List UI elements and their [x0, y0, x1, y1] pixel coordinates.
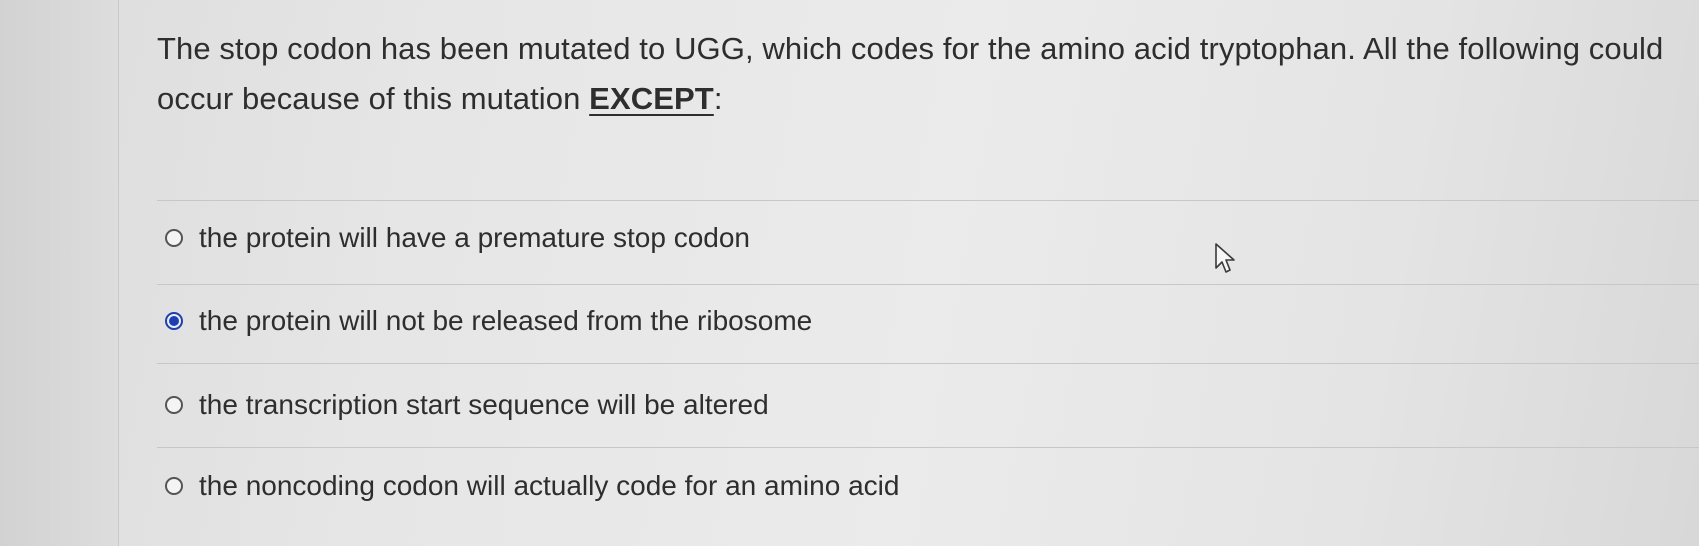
option-label: the transcription start sequence will be…	[199, 389, 769, 420]
option-2[interactable]: the protein will not be released from th…	[165, 301, 812, 341]
option-label: the noncoding codon will actually code f…	[199, 470, 900, 501]
gutter-edge	[118, 0, 119, 546]
question-body: The stop codon has been mutated to UGG, …	[157, 31, 1664, 116]
left-gutter	[0, 0, 118, 546]
radio-button[interactable]	[165, 229, 183, 247]
divider-3	[157, 447, 1699, 448]
option-label: the protein will not be released from th…	[199, 305, 813, 336]
divider-2	[157, 363, 1699, 364]
option-1[interactable]: the protein will have a premature stop c…	[165, 218, 750, 258]
question-colon: :	[713, 81, 723, 116]
radio-button[interactable]	[165, 477, 183, 495]
question-emphasis: EXCEPT	[589, 81, 714, 116]
divider-top	[157, 200, 1699, 201]
divider-1	[157, 284, 1699, 285]
radio-button-selected[interactable]	[165, 312, 183, 330]
option-4[interactable]: the noncoding codon will actually code f…	[165, 466, 899, 506]
option-label: the protein will have a premature stop c…	[199, 222, 750, 253]
mouse-pointer-arrow-icon	[1215, 243, 1235, 273]
question-text: The stop codon has been mutated to UGG, …	[157, 24, 1667, 124]
option-3[interactable]: the transcription start sequence will be…	[165, 385, 769, 425]
radio-button[interactable]	[165, 396, 183, 414]
